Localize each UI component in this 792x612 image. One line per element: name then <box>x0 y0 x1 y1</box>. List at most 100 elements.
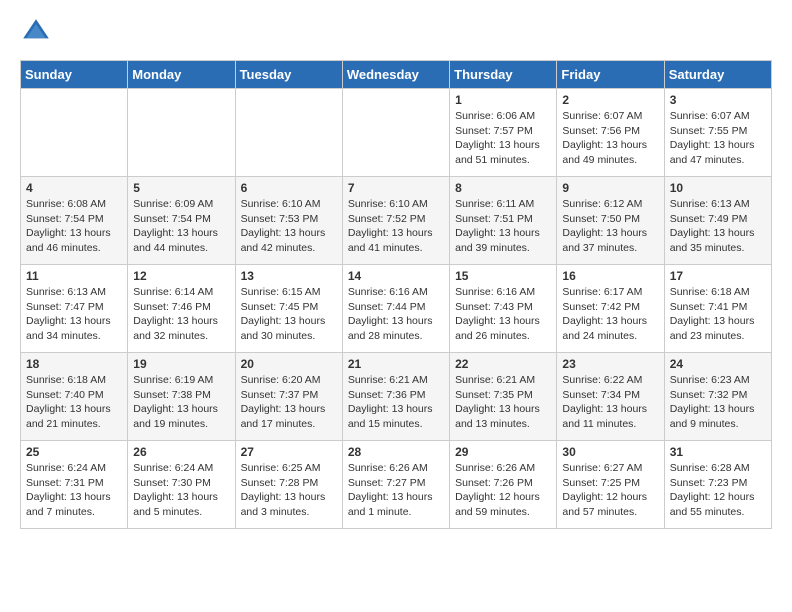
day-number: 10 <box>670 181 766 195</box>
cell-text: and 41 minutes. <box>348 241 444 256</box>
cell-text: and 47 minutes. <box>670 153 766 168</box>
calendar-cell: 14Sunrise: 6:16 AMSunset: 7:44 PMDayligh… <box>342 265 449 353</box>
cell-text: Sunset: 7:55 PM <box>670 124 766 139</box>
calendar-cell: 12Sunrise: 6:14 AMSunset: 7:46 PMDayligh… <box>128 265 235 353</box>
cell-text: Sunrise: 6:19 AM <box>133 373 229 388</box>
header-wednesday: Wednesday <box>342 61 449 89</box>
day-number: 16 <box>562 269 658 283</box>
day-number: 11 <box>26 269 122 283</box>
day-number: 21 <box>348 357 444 371</box>
calendar-cell: 30Sunrise: 6:27 AMSunset: 7:25 PMDayligh… <box>557 441 664 529</box>
day-number: 6 <box>241 181 337 195</box>
day-number: 18 <box>26 357 122 371</box>
cell-text: Sunset: 7:40 PM <box>26 388 122 403</box>
cell-text: Daylight: 13 hours <box>133 490 229 505</box>
week-row-1: 1Sunrise: 6:06 AMSunset: 7:57 PMDaylight… <box>21 89 772 177</box>
cell-text: Daylight: 13 hours <box>670 314 766 329</box>
cell-text: Sunset: 7:26 PM <box>455 476 551 491</box>
cell-text: and 57 minutes. <box>562 505 658 520</box>
cell-text: Daylight: 13 hours <box>455 314 551 329</box>
cell-text: and 32 minutes. <box>133 329 229 344</box>
cell-text: Sunrise: 6:20 AM <box>241 373 337 388</box>
calendar-cell: 31Sunrise: 6:28 AMSunset: 7:23 PMDayligh… <box>664 441 771 529</box>
cell-text: Sunrise: 6:17 AM <box>562 285 658 300</box>
cell-text: Sunrise: 6:11 AM <box>455 197 551 212</box>
cell-text: Sunset: 7:54 PM <box>133 212 229 227</box>
day-number: 30 <box>562 445 658 459</box>
calendar-cell: 11Sunrise: 6:13 AMSunset: 7:47 PMDayligh… <box>21 265 128 353</box>
day-number: 31 <box>670 445 766 459</box>
cell-text: and 24 minutes. <box>562 329 658 344</box>
cell-text: and 13 minutes. <box>455 417 551 432</box>
cell-text: Sunset: 7:45 PM <box>241 300 337 315</box>
day-number: 20 <box>241 357 337 371</box>
cell-text: Sunrise: 6:21 AM <box>455 373 551 388</box>
calendar-cell: 2Sunrise: 6:07 AMSunset: 7:56 PMDaylight… <box>557 89 664 177</box>
cell-text: and 17 minutes. <box>241 417 337 432</box>
cell-text: Sunset: 7:23 PM <box>670 476 766 491</box>
cell-text: Daylight: 13 hours <box>241 490 337 505</box>
cell-text: Sunrise: 6:10 AM <box>348 197 444 212</box>
calendar-cell: 20Sunrise: 6:20 AMSunset: 7:37 PMDayligh… <box>235 353 342 441</box>
cell-text: Daylight: 12 hours <box>562 490 658 505</box>
cell-text: Daylight: 13 hours <box>26 490 122 505</box>
cell-text: Daylight: 13 hours <box>670 138 766 153</box>
calendar-cell: 8Sunrise: 6:11 AMSunset: 7:51 PMDaylight… <box>450 177 557 265</box>
cell-text: and 5 minutes. <box>133 505 229 520</box>
cell-text: Sunrise: 6:23 AM <box>670 373 766 388</box>
cell-text: and 59 minutes. <box>455 505 551 520</box>
calendar-cell: 25Sunrise: 6:24 AMSunset: 7:31 PMDayligh… <box>21 441 128 529</box>
day-number: 15 <box>455 269 551 283</box>
cell-text: Sunrise: 6:08 AM <box>26 197 122 212</box>
cell-text: Sunset: 7:56 PM <box>562 124 658 139</box>
cell-text: Sunrise: 6:22 AM <box>562 373 658 388</box>
calendar-cell: 16Sunrise: 6:17 AMSunset: 7:42 PMDayligh… <box>557 265 664 353</box>
calendar-cell: 24Sunrise: 6:23 AMSunset: 7:32 PMDayligh… <box>664 353 771 441</box>
cell-text: Sunset: 7:57 PM <box>455 124 551 139</box>
calendar-cell: 27Sunrise: 6:25 AMSunset: 7:28 PMDayligh… <box>235 441 342 529</box>
calendar-cell: 22Sunrise: 6:21 AMSunset: 7:35 PMDayligh… <box>450 353 557 441</box>
cell-text: Daylight: 13 hours <box>562 226 658 241</box>
cell-text: Sunset: 7:34 PM <box>562 388 658 403</box>
cell-text: Daylight: 13 hours <box>26 314 122 329</box>
cell-text: Sunrise: 6:18 AM <box>26 373 122 388</box>
day-number: 24 <box>670 357 766 371</box>
day-number: 9 <box>562 181 658 195</box>
cell-text: Daylight: 13 hours <box>455 226 551 241</box>
cell-text: Daylight: 13 hours <box>26 402 122 417</box>
day-number: 26 <box>133 445 229 459</box>
calendar-cell: 15Sunrise: 6:16 AMSunset: 7:43 PMDayligh… <box>450 265 557 353</box>
logo <box>20 16 56 48</box>
cell-text: Sunrise: 6:21 AM <box>348 373 444 388</box>
day-number: 23 <box>562 357 658 371</box>
cell-text: Sunset: 7:50 PM <box>562 212 658 227</box>
cell-text: Sunset: 7:52 PM <box>348 212 444 227</box>
cell-text: and 30 minutes. <box>241 329 337 344</box>
day-number: 19 <box>133 357 229 371</box>
cell-text: Sunset: 7:51 PM <box>455 212 551 227</box>
header-thursday: Thursday <box>450 61 557 89</box>
cell-text: and 11 minutes. <box>562 417 658 432</box>
cell-text: Sunrise: 6:16 AM <box>348 285 444 300</box>
cell-text: and 49 minutes. <box>562 153 658 168</box>
cell-text: Sunrise: 6:07 AM <box>562 109 658 124</box>
cell-text: Daylight: 13 hours <box>133 402 229 417</box>
cell-text: Sunset: 7:25 PM <box>562 476 658 491</box>
cell-text: Sunrise: 6:24 AM <box>26 461 122 476</box>
calendar-cell: 23Sunrise: 6:22 AMSunset: 7:34 PMDayligh… <box>557 353 664 441</box>
cell-text: Sunrise: 6:13 AM <box>26 285 122 300</box>
cell-text: Sunrise: 6:16 AM <box>455 285 551 300</box>
day-number: 3 <box>670 93 766 107</box>
cell-text: Daylight: 13 hours <box>348 226 444 241</box>
cell-text: Daylight: 13 hours <box>670 226 766 241</box>
cell-text: Sunrise: 6:18 AM <box>670 285 766 300</box>
cell-text: Sunset: 7:37 PM <box>241 388 337 403</box>
header-sunday: Sunday <box>21 61 128 89</box>
calendar-cell: 28Sunrise: 6:26 AMSunset: 7:27 PMDayligh… <box>342 441 449 529</box>
calendar-header-row: SundayMondayTuesdayWednesdayThursdayFrid… <box>21 61 772 89</box>
calendar-table: SundayMondayTuesdayWednesdayThursdayFrid… <box>20 60 772 529</box>
cell-text: Sunset: 7:49 PM <box>670 212 766 227</box>
cell-text: Sunrise: 6:12 AM <box>562 197 658 212</box>
calendar-cell: 3Sunrise: 6:07 AMSunset: 7:55 PMDaylight… <box>664 89 771 177</box>
cell-text: Daylight: 13 hours <box>26 226 122 241</box>
